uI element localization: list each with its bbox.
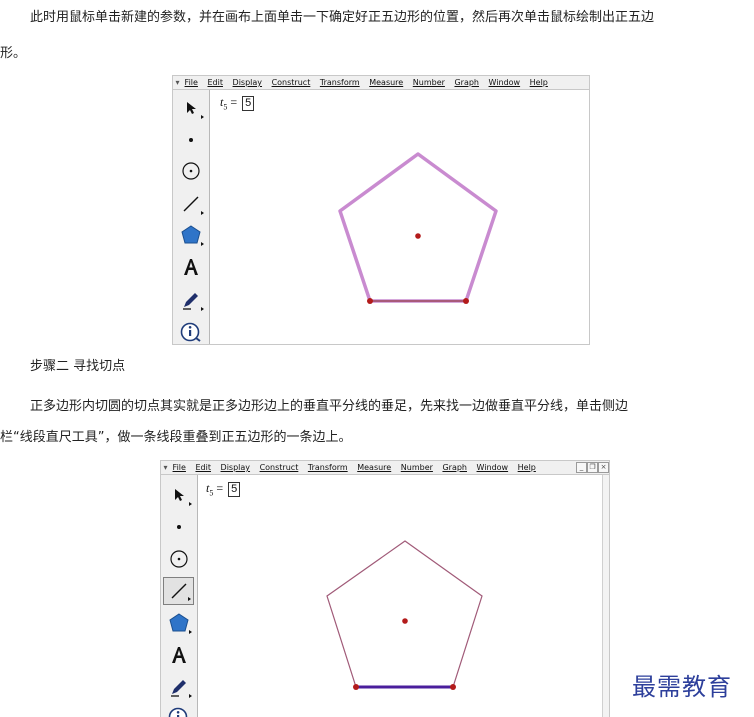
toolbox xyxy=(173,90,210,344)
regular-pentagon[interactable] xyxy=(340,154,496,301)
window-menu-icon[interactable]: ▾ xyxy=(161,461,170,474)
pentagon-icon xyxy=(180,224,202,246)
polygon-tool[interactable] xyxy=(163,609,194,637)
menu-graph[interactable]: Graph xyxy=(442,461,467,474)
segment-endpoint-left[interactable] xyxy=(353,684,359,690)
watermark: 最需教育 xyxy=(632,667,732,702)
menu-graph[interactable]: Graph xyxy=(454,76,479,89)
info-tool[interactable] xyxy=(163,703,194,717)
sketchpad-screenshot-1: ▾ File Edit Display Construct Transform … xyxy=(172,75,590,345)
straightedge-tool[interactable] xyxy=(175,190,206,218)
marker-pen-icon xyxy=(181,290,201,310)
info-icon xyxy=(168,706,190,717)
restore-button[interactable]: ❐ xyxy=(587,462,598,473)
step-two-heading: 步骤二 寻找切点 xyxy=(30,357,125,377)
sketch-canvas[interactable]: t5 = 5 xyxy=(210,90,589,344)
menu-display[interactable]: Display xyxy=(233,76,263,89)
menu-display[interactable]: Display xyxy=(221,461,251,474)
point-icon xyxy=(171,519,187,535)
menu-number[interactable]: Number xyxy=(401,461,433,474)
text-tool[interactable] xyxy=(175,253,206,281)
paragraph-1-line-1: 此时用鼠标单击新建的参数，并在画布上面单击一下确定好正五边形的位置，然后再次单击… xyxy=(30,8,654,28)
compass-tool[interactable] xyxy=(175,157,206,185)
vertical-scrollbar[interactable] xyxy=(602,475,609,717)
pentagon-icon xyxy=(168,612,190,634)
menu-bar: ▾ File Edit Display Construct Transform … xyxy=(161,461,609,475)
segment-endpoint-right[interactable] xyxy=(450,684,456,690)
center-point[interactable] xyxy=(415,233,421,239)
straightedge-tool[interactable] xyxy=(163,577,194,605)
marker-tool[interactable] xyxy=(163,673,194,701)
arrow-tool[interactable] xyxy=(175,94,206,122)
point-tool[interactable] xyxy=(175,126,206,154)
menu-file[interactable]: File xyxy=(185,76,198,89)
paragraph-2-line-1: 正多边形内切圆的切点其实就是正多边形边上的垂直平分线的垂足，先来找一边做垂直平分… xyxy=(30,397,628,417)
menu-window[interactable]: Window xyxy=(489,76,521,89)
sketch-canvas[interactable]: t5 = 5 xyxy=(198,475,602,717)
toolbox xyxy=(161,475,198,717)
menu-edit[interactable]: Edit xyxy=(195,461,211,474)
vertex-point-left[interactable] xyxy=(367,298,373,304)
menu-transform[interactable]: Transform xyxy=(320,76,360,89)
sketchpad-screenshot-2: ▾ File Edit Display Construct Transform … xyxy=(160,460,610,717)
menu-construct[interactable]: Construct xyxy=(272,76,311,89)
center-point[interactable] xyxy=(402,618,408,624)
menu-measure[interactable]: Measure xyxy=(357,461,391,474)
text-tool[interactable] xyxy=(163,641,194,669)
menu-number[interactable]: Number xyxy=(413,76,445,89)
text-a-icon xyxy=(169,645,189,665)
vertex-point-right[interactable] xyxy=(463,298,469,304)
menu-help[interactable]: Help xyxy=(518,461,536,474)
minimize-button[interactable]: _ xyxy=(576,462,587,473)
circle-icon xyxy=(181,161,201,181)
menu-construct[interactable]: Construct xyxy=(260,461,299,474)
menu-bar: ▾ File Edit Display Construct Transform … xyxy=(173,76,589,90)
paragraph-1-line-2: 形。 xyxy=(0,44,26,64)
menu-edit[interactable]: Edit xyxy=(207,76,223,89)
point-icon xyxy=(183,132,199,148)
pentagon-drawing xyxy=(198,475,602,717)
close-button[interactable]: × xyxy=(598,462,609,473)
menu-window[interactable]: Window xyxy=(477,461,509,474)
arrow-icon xyxy=(183,100,199,116)
circle-icon xyxy=(169,549,189,569)
regular-pentagon[interactable] xyxy=(327,541,482,687)
arrow-icon xyxy=(171,487,187,503)
text-a-icon xyxy=(181,257,201,277)
menu-measure[interactable]: Measure xyxy=(369,76,403,89)
pentagon-drawing xyxy=(210,90,589,344)
polygon-tool[interactable] xyxy=(175,221,206,249)
info-tool[interactable] xyxy=(175,318,206,345)
segment-icon xyxy=(181,194,201,214)
compass-tool[interactable] xyxy=(163,545,194,573)
window-menu-icon[interactable]: ▾ xyxy=(173,76,182,89)
menu-file[interactable]: File xyxy=(173,461,186,474)
arrow-tool[interactable] xyxy=(163,481,194,509)
marker-pen-icon xyxy=(169,677,189,697)
marker-tool[interactable] xyxy=(175,286,206,314)
menu-transform[interactable]: Transform xyxy=(308,461,348,474)
menu-help[interactable]: Help xyxy=(530,76,548,89)
info-icon xyxy=(180,321,202,343)
segment-icon xyxy=(169,581,189,601)
paragraph-2-line-2: 栏“线段直尺工具”，做一条线段重叠到正五边形的一条边上。 xyxy=(0,428,351,448)
point-tool[interactable] xyxy=(163,513,194,541)
